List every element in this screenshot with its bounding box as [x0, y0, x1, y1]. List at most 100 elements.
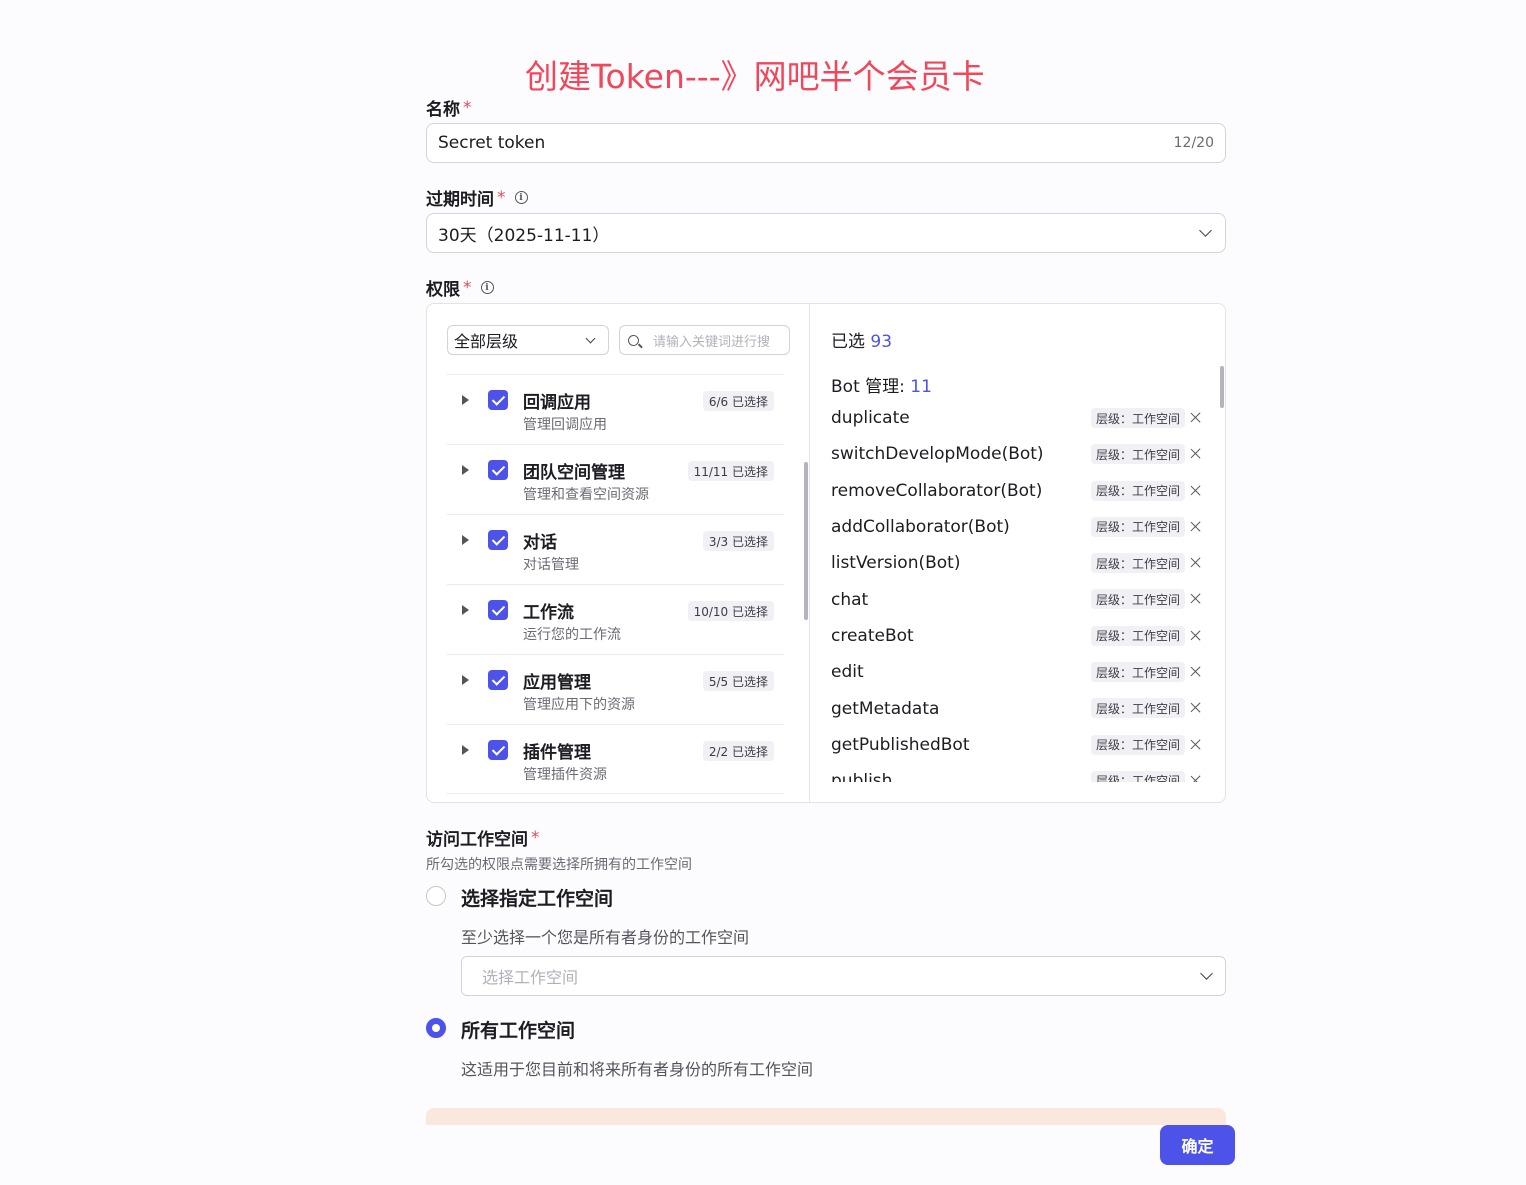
- name-label: 名称 *: [426, 95, 472, 121]
- bot-group-label: Bot 管理:: [831, 377, 905, 397]
- group-selected-badge: 11/11 已选择: [687, 461, 774, 481]
- permission-name: edit: [831, 662, 864, 683]
- name-input-value: Secret token: [438, 133, 546, 153]
- permission-group-row[interactable]: 团队空间管理 管理和查看空间资源 11/11 已选择: [447, 444, 784, 514]
- specific-workspace-title[interactable]: 选择指定工作空间: [461, 884, 613, 911]
- workspace-select[interactable]: 选择工作空间: [461, 956, 1226, 996]
- close-icon[interactable]: [1190, 593, 1201, 604]
- group-desc: 管理应用下的资源: [523, 697, 635, 713]
- permission-group-row[interactable]: 回调应用 管理回调应用 6/6 已选择: [447, 374, 784, 444]
- chevron-down-icon: [1200, 967, 1213, 980]
- info-icon[interactable]: i: [480, 281, 494, 294]
- group-selected-badge: 6/6 已选择: [702, 391, 774, 411]
- level-tag: 层级：工作空间: [1090, 408, 1185, 428]
- close-icon[interactable]: [1190, 666, 1201, 677]
- selected-permission-item: duplicate 层级：工作空间: [831, 400, 1207, 436]
- permission-search-input[interactable]: 请输入关键词进行搜: [619, 325, 790, 355]
- permission-name: getPublishedBot: [831, 734, 970, 755]
- required-mark: *: [463, 277, 472, 298]
- selected-permission-list: duplicate 层级：工作空间 switchDevelopMode(Bot)…: [831, 400, 1207, 782]
- level-tag: 层级：工作空间: [1090, 553, 1185, 574]
- permission-name: switchDevelopMode(Bot): [831, 444, 1044, 465]
- checkbox-checked[interactable]: [488, 530, 508, 550]
- selected-permission-item: switchDevelopMode(Bot) 层级：工作空间: [831, 436, 1207, 472]
- selected-permission-item: getMetadata 层级：工作空间: [831, 690, 1207, 726]
- expiry-select[interactable]: 30天（2025-11-11）: [426, 213, 1226, 253]
- confirm-button[interactable]: 确定: [1160, 1125, 1235, 1165]
- permission-name: createBot: [831, 625, 914, 646]
- level-tag: 层级：工作空间: [1090, 516, 1185, 537]
- close-icon[interactable]: [1190, 485, 1201, 496]
- name-input[interactable]: Secret token 12/20: [426, 123, 1226, 163]
- permission-group-row[interactable]: 插件管理 管理插件资源 2/2 已选择: [447, 724, 784, 794]
- caret-right-icon[interactable]: [462, 465, 469, 475]
- radio-all-workspaces[interactable]: [426, 1018, 446, 1038]
- workspace-label-text: 访问工作空间: [426, 830, 528, 850]
- selected-list-scrollbar[interactable]: [1220, 366, 1224, 408]
- level-tag: 层级：工作空间: [1090, 734, 1185, 755]
- selected-permission-item: edit 层级：工作空间: [831, 654, 1207, 690]
- all-workspaces-title[interactable]: 所有工作空间: [461, 1016, 575, 1043]
- close-icon[interactable]: [1190, 521, 1201, 532]
- selected-permission-item: addCollaborator(Bot) 层级：工作空间: [831, 509, 1207, 545]
- group-desc: 管理回调应用: [523, 417, 607, 433]
- permission-name: getMetadata: [831, 698, 940, 719]
- selected-permission-item: createBot 层级：工作空间: [831, 618, 1207, 654]
- level-tag: 层级：工作空间: [1090, 625, 1185, 646]
- checkbox-checked[interactable]: [488, 390, 508, 410]
- caret-right-icon[interactable]: [462, 395, 469, 405]
- selected-permissions-pane: 已选 93 Bot 管理: 11 duplicate 层级：工作空间 switc…: [811, 304, 1225, 802]
- caret-right-icon[interactable]: [462, 605, 469, 615]
- level-tag: 层级：工作空间: [1090, 770, 1185, 782]
- level-tag: 层级：工作空间: [1090, 589, 1185, 610]
- caret-right-icon[interactable]: [462, 535, 469, 545]
- workspace-hint: 所勾选的权限点需要选择所拥有的工作空间: [426, 857, 692, 873]
- checkbox-checked[interactable]: [488, 460, 508, 480]
- selected-permission-item: removeCollaborator(Bot) 层级：工作空间: [831, 473, 1207, 509]
- permission-group-row[interactable]: 工作流 运行您的工作流 10/10 已选择: [447, 584, 784, 654]
- radio-specific-workspace[interactable]: [426, 886, 446, 906]
- permission-name: addCollaborator(Bot): [831, 517, 1010, 538]
- all-workspaces-desc: 这适用于您目前和将来所有者身份的所有工作空间: [461, 1060, 814, 1079]
- name-label-text: 名称: [426, 100, 460, 120]
- group-title: 团队空间管理: [523, 463, 625, 483]
- caret-right-icon[interactable]: [462, 675, 469, 685]
- permission-name: removeCollaborator(Bot): [831, 480, 1043, 501]
- close-icon[interactable]: [1190, 775, 1201, 782]
- selected-permission-item: listVersion(Bot) 层级：工作空间: [831, 545, 1207, 581]
- close-icon[interactable]: [1190, 448, 1201, 459]
- bot-group-heading: Bot 管理: 11: [831, 372, 932, 397]
- tree-scrollbar[interactable]: [804, 462, 808, 620]
- permission-group-list: 回调应用 管理回调应用 6/6 已选择 团队空间管理 管理和查看空间资源 11/…: [447, 374, 784, 794]
- permission-panel: 全部层级 请输入关键词进行搜 回调应用 管理回调应用 6/6 已选择 团队空间管…: [426, 303, 1226, 803]
- workspace-label: 访问工作空间 *: [426, 825, 540, 851]
- close-icon[interactable]: [1190, 557, 1201, 568]
- group-title: 插件管理: [523, 743, 591, 763]
- group-selected-badge: 3/3 已选择: [702, 531, 774, 551]
- chevron-down-icon: [585, 333, 596, 343]
- close-icon[interactable]: [1190, 702, 1201, 713]
- close-icon[interactable]: [1190, 412, 1201, 423]
- level-select[interactable]: 全部层级: [447, 325, 609, 355]
- permission-name: chat: [831, 589, 869, 610]
- caret-right-icon[interactable]: [462, 745, 469, 755]
- permission-group-row[interactable]: 对话 对话管理 3/3 已选择: [447, 514, 784, 584]
- group-desc: 对话管理: [523, 557, 579, 573]
- close-icon[interactable]: [1190, 739, 1201, 750]
- expiry-label-text: 过期时间: [426, 190, 494, 210]
- info-icon[interactable]: i: [514, 191, 528, 204]
- group-title: 应用管理: [523, 673, 591, 693]
- selected-permission-item: publish 层级：工作空间: [831, 763, 1207, 782]
- group-desc: 运行您的工作流: [523, 627, 621, 643]
- checkbox-checked[interactable]: [488, 600, 508, 620]
- group-title: 对话: [523, 533, 557, 553]
- permission-label-text: 权限: [426, 280, 460, 300]
- checkbox-checked[interactable]: [488, 740, 508, 760]
- permission-group-row[interactable]: 应用管理 管理应用下的资源 5/5 已选择: [447, 654, 784, 724]
- close-icon[interactable]: [1190, 630, 1201, 641]
- permission-label: 权限 * i: [426, 275, 494, 300]
- bot-group-count: 11: [910, 377, 932, 397]
- search-icon: [628, 334, 639, 346]
- checkbox-checked[interactable]: [488, 670, 508, 690]
- expiry-label: 过期时间 * i: [426, 185, 528, 210]
